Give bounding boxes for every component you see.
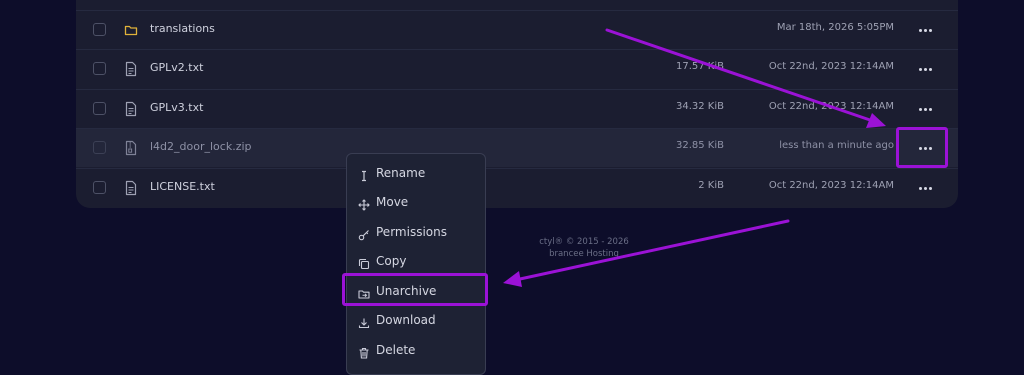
annotation-arrowhead xyxy=(866,113,886,128)
annotation-arrows xyxy=(503,28,886,287)
annotation-arrow-to-actions xyxy=(605,28,872,122)
annotation-arrowhead xyxy=(503,271,522,287)
annotation-arrow-to-unarchive xyxy=(518,219,790,281)
